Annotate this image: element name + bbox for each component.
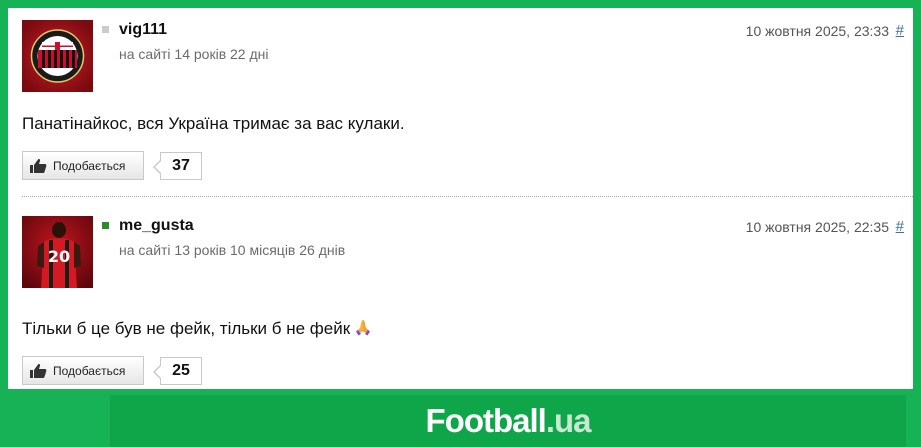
comment-text-body: Тільки б це був не фейк, тільки б не фей… xyxy=(22,319,351,338)
permalink[interactable]: # xyxy=(896,218,904,235)
like-count: 25 xyxy=(153,357,202,385)
online-status-icon xyxy=(102,222,109,229)
comments-panel: vig111 на сайті 14 років 22 дні 10 жовтн… xyxy=(8,8,913,389)
comment-text: Тільки б це був не фейк, тільки б не фей… xyxy=(22,318,372,341)
offline-status-icon xyxy=(102,26,109,33)
praying-hands-icon xyxy=(354,318,372,341)
thumbs-up-icon xyxy=(23,357,53,384)
comment: 20 me_gusta на сайті 13 років 10 місяців… xyxy=(8,204,913,389)
comment-date: 10 жовтня 2025, 22:35 xyxy=(745,219,889,235)
avatar[interactable] xyxy=(22,20,93,92)
avatar[interactable]: 20 xyxy=(22,216,93,288)
membership-duration: на сайті 14 років 22 дні xyxy=(119,46,269,62)
comment: vig111 на сайті 14 років 22 дні 10 жовтн… xyxy=(8,8,913,196)
thumbs-up-icon xyxy=(23,152,53,179)
like-button[interactable]: Подобається xyxy=(22,151,144,180)
football-ua-logo[interactable]: Football.ua xyxy=(425,402,592,440)
svg-text:20: 20 xyxy=(48,247,70,266)
player-number-20-icon: 20 xyxy=(22,216,93,288)
comment-date: 10 жовтня 2025, 23:33 xyxy=(745,23,889,39)
membership-duration: на сайті 13 років 10 місяців 26 днів xyxy=(119,242,346,258)
permalink[interactable]: # xyxy=(896,22,904,39)
comment-text: Панатінайкос, вся Україна тримає за вас … xyxy=(22,114,405,133)
ac-milan-crest-icon xyxy=(22,20,93,92)
username[interactable]: me_gusta xyxy=(119,217,194,235)
like-label: Подобається xyxy=(53,363,126,378)
like-label: Подобається xyxy=(53,158,126,173)
username[interactable]: vig111 xyxy=(119,21,167,39)
logo-tld: .ua xyxy=(545,402,592,439)
comment-divider xyxy=(22,196,913,197)
logo-main: Football xyxy=(425,402,547,439)
site-footer: Football.ua xyxy=(110,395,906,447)
like-count: 37 xyxy=(153,152,202,180)
like-button[interactable]: Подобається xyxy=(22,356,144,385)
